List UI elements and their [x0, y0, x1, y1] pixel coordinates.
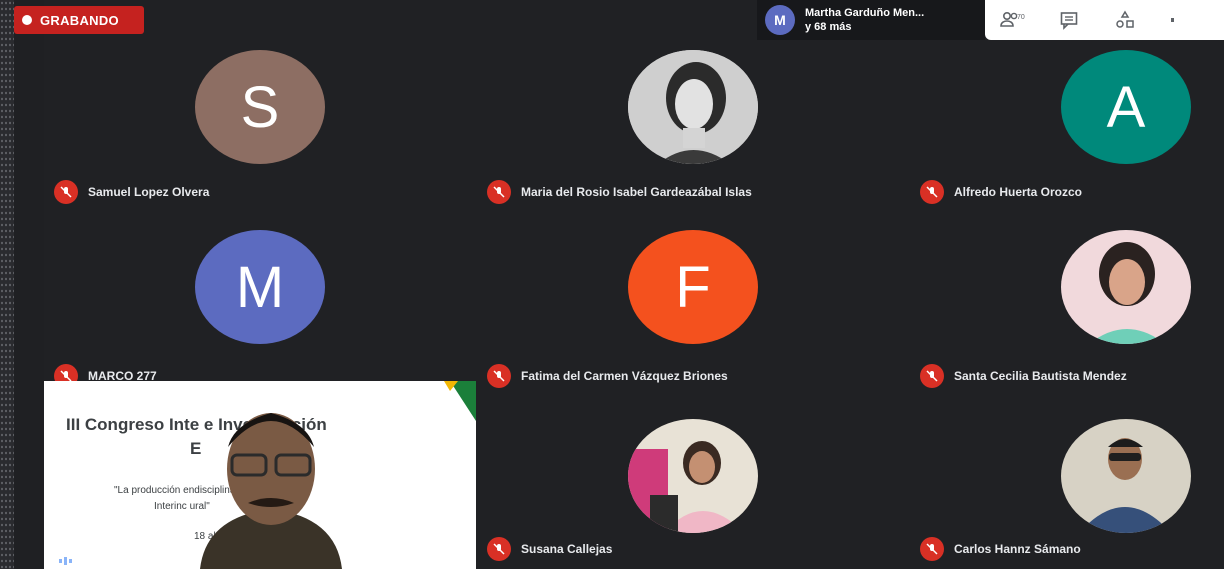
presentation-tile[interactable]: III Congreso Inte e Investigación E "La …: [44, 381, 476, 569]
participant-tile[interactable]: Maria del Rosio Isabel Gardeazábal Islas: [477, 40, 909, 212]
slide-decoration: [444, 381, 476, 421]
participant-tile[interactable]: F Fatima del Carmen Vázquez Briones: [477, 224, 909, 396]
people-button[interactable]: 70: [985, 0, 1041, 40]
participant-tile[interactable]: Susana Callejas: [477, 381, 909, 569]
left-edge-strip: [0, 0, 44, 569]
participant-tile[interactable]: S Samuel Lopez Olvera: [44, 40, 476, 212]
activities-icon: [1116, 10, 1134, 28]
record-dot-icon: [22, 15, 32, 25]
avatar: M: [195, 230, 325, 344]
more-button[interactable]: [1153, 0, 1193, 40]
people-icon: 70: [1000, 11, 1025, 27]
avatar: S: [195, 50, 325, 164]
mic-off-icon: [487, 537, 511, 561]
participant-name: Susana Callejas: [521, 542, 613, 556]
avatar: [1061, 230, 1191, 344]
chat-icon: [1060, 12, 1078, 30]
avatar: [628, 419, 758, 533]
activities-button[interactable]: [1097, 0, 1153, 40]
avatar: [628, 50, 758, 164]
participant-tile[interactable]: Carlos Hannz Sámano: [910, 381, 1224, 569]
audio-indicator-icon: [58, 553, 72, 565]
participant-tile[interactable]: M MARCO 277: [44, 224, 476, 396]
mic-off-icon: [920, 537, 944, 561]
chat-button[interactable]: [1041, 0, 1097, 40]
participant-name: Maria del Rosio Isabel Gardeazábal Islas: [521, 185, 752, 199]
avatar: A: [1061, 50, 1191, 164]
mic-off-icon: [54, 180, 78, 204]
recording-badge: GRABANDO: [14, 6, 144, 34]
more-participants: y 68 más: [805, 21, 852, 33]
recording-label: GRABANDO: [40, 12, 119, 28]
participant-name: Alfredo Huerta Orozco: [954, 185, 1083, 199]
participant-tile[interactable]: Santa Cecilia Bautista Mendez: [910, 224, 1224, 396]
presenter-video: [200, 413, 342, 569]
participant-tile[interactable]: A Alfredo Huerta Orozco: [910, 40, 1224, 212]
mic-off-icon: [920, 180, 944, 204]
participant-name: Martha Garduño Men...: [805, 7, 925, 19]
people-count: 70: [1017, 14, 1025, 21]
mic-off-icon: [487, 180, 511, 204]
participants-chip[interactable]: M Martha Garduño Men... y 68 más: [757, 0, 985, 40]
avatar: [1061, 419, 1191, 533]
avatar: M: [765, 5, 795, 35]
avatar: F: [628, 230, 758, 344]
participant-name: Carlos Hannz Sámano: [954, 542, 1081, 556]
more-icon: [1171, 18, 1174, 22]
presenter-name: ento Bernal: [78, 551, 145, 565]
participant-grid: S Samuel Lopez Olvera Maria del Rosio Is…: [44, 40, 1224, 569]
participant-name: Samuel Lopez Olvera: [88, 185, 210, 199]
top-toolbar: 70: [985, 0, 1224, 40]
